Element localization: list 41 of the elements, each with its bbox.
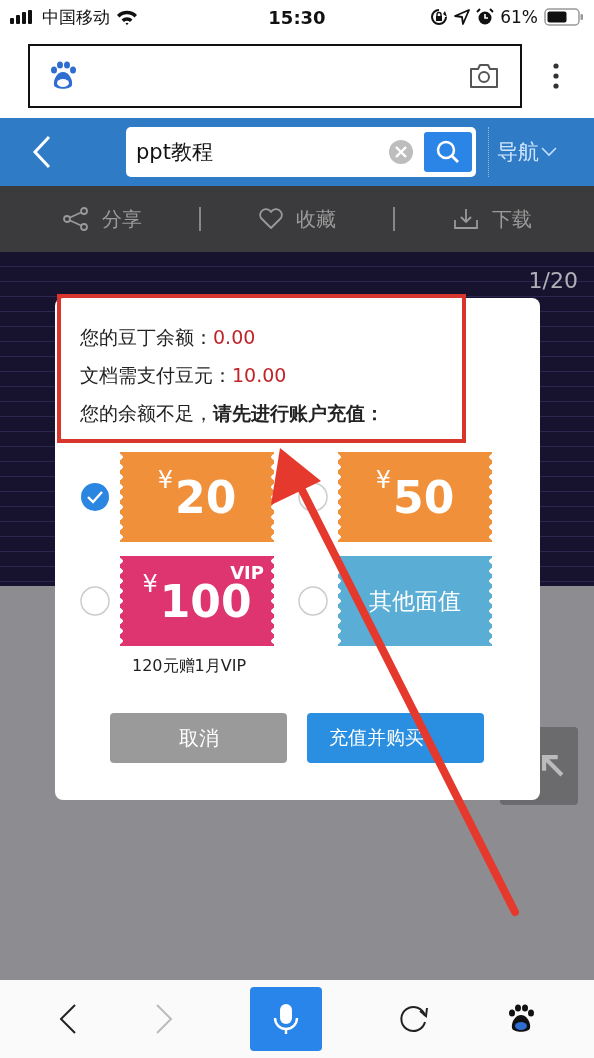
recharge-coupon[interactable]: ¥20 [120,452,274,542]
caret-icon [541,147,557,157]
battery-icon [544,8,584,26]
balance-line: 您的豆丁余额：0.00 [80,325,257,350]
notice-text: 您的余额不足，请先进行账户充值： [80,401,385,426]
share-button[interactable]: 分享 [55,204,148,234]
microphone-icon [272,1002,300,1036]
refresh-icon[interactable] [398,1003,430,1035]
more-menu-icon[interactable] [552,62,560,90]
radio-button[interactable] [298,586,328,616]
balance-line: 文档需支付豆元：10.00 [80,363,288,388]
bonus-note: 120元赠1月VIP [132,656,247,677]
page-counter: 1/20 [528,268,578,293]
camera-icon[interactable] [468,62,500,90]
paw-icon[interactable] [506,1004,536,1034]
download-icon [452,207,481,231]
share-icon [61,207,90,231]
paw-icon [48,61,78,91]
address-bar[interactable] [28,44,522,108]
wifi-icon [116,9,138,25]
search-button[interactable] [424,132,472,172]
heart-icon [257,208,284,230]
back-icon[interactable] [58,1003,78,1035]
radio-button[interactable] [80,482,110,512]
download-button[interactable]: 下载 [446,204,539,234]
recharge-coupon[interactable]: 其他面值 [338,556,492,646]
rotation-lock-icon [430,8,449,26]
alarm-icon [476,8,495,26]
carrier-name: 中国移动 [42,5,110,29]
radio-button[interactable] [80,586,110,616]
navigation-menu[interactable]: 导航 [497,138,557,166]
recharge-coupon[interactable]: ¥50 [338,452,492,542]
search-field[interactable]: ppt教程 [126,127,476,177]
voice-search-button[interactable] [250,987,322,1051]
search-icon [435,139,461,165]
location-icon [454,9,471,25]
battery-percentage: 61% [500,7,538,27]
clock-time: 15:30 [268,6,326,28]
arrow-icon [542,755,564,777]
cancel-button[interactable]: 取消 [110,713,287,763]
favorite-button[interactable]: 收藏 [251,204,342,234]
